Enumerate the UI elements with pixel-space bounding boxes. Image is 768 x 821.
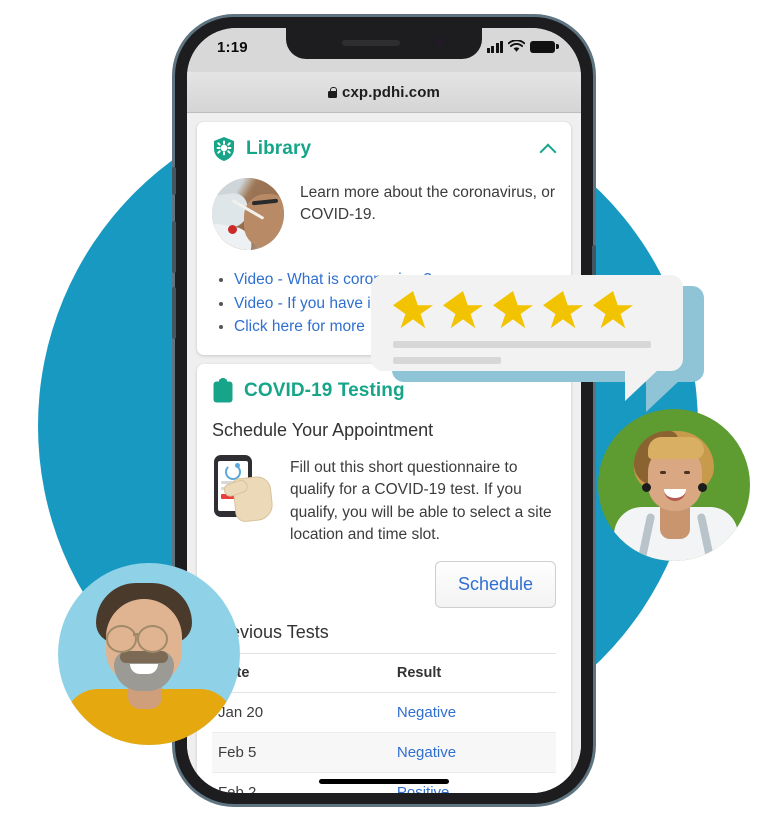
testing-card-title: COVID-19 Testing <box>244 379 405 401</box>
star-icon[interactable] <box>443 291 483 329</box>
volume-up-button[interactable] <box>172 221 176 273</box>
male-patient-avatar <box>58 563 240 745</box>
star-icon[interactable] <box>593 291 633 329</box>
shield-virus-icon <box>214 137 234 161</box>
star-icon[interactable] <box>543 291 583 329</box>
earpiece-speaker <box>342 40 400 46</box>
notch <box>286 28 482 59</box>
questionnaire-row: Fill out this short questionnaire to qua… <box>212 454 556 547</box>
female-doctor-avatar <box>598 409 750 561</box>
previous-tests-title: Previous Tests <box>212 621 329 642</box>
page-content: Library Learn more about the coronavirus… <box>187 113 581 793</box>
star-icon[interactable] <box>493 291 533 329</box>
cell-date: Feb 5 <box>212 732 391 773</box>
library-content-row: Learn more about the coronavirus, or COV… <box>212 178 556 250</box>
clipboard-icon <box>213 377 233 403</box>
table-row: Feb 5 Negative <box>212 732 556 773</box>
rating-bubble <box>371 275 683 401</box>
lock-icon <box>328 86 338 98</box>
library-link-2[interactable]: Click here for more <box>234 318 365 335</box>
covid-testing-card: COVID-19 Testing Schedule Your Appointme… <box>197 363 571 793</box>
schedule-subheading: Schedule Your Appointment <box>212 419 434 440</box>
phone-body: 1:19 cxp.pdhi.com Library Learn more abo… <box>172 17 596 804</box>
library-link-1[interactable]: Video - If you have it <box>234 295 375 312</box>
volume-down-button[interactable] <box>172 287 176 339</box>
previous-tests-table: Date Result Jan 20 Negative Feb 5 <box>212 652 556 793</box>
phone-screen: 1:19 cxp.pdhi.com Library Learn more abo… <box>187 28 581 793</box>
cell-date: Jan 20 <box>212 692 391 733</box>
table-header-row: Date Result <box>212 652 556 693</box>
library-description: Learn more about the coronavirus, or COV… <box>300 184 556 223</box>
schedule-button-row: Schedule <box>212 560 556 608</box>
chevron-up-icon[interactable] <box>540 141 556 157</box>
phone-stethoscope-tap-icon <box>212 454 275 523</box>
table-row: Jan 20 Negative <box>212 692 556 733</box>
mute-switch[interactable] <box>172 167 176 195</box>
status-time: 1:19 <box>217 39 248 56</box>
phone-device: 1:19 cxp.pdhi.com Library Learn more abo… <box>172 14 596 807</box>
cell-result[interactable]: Negative <box>390 692 556 733</box>
library-card-title: Library <box>246 138 312 159</box>
schedule-button[interactable]: Schedule <box>434 560 556 608</box>
wifi-icon <box>508 40 525 52</box>
column-header-result: Result <box>390 652 556 693</box>
questionnaire-text: Fill out this short questionnaire to qua… <box>290 458 552 544</box>
star-rating[interactable] <box>393 291 661 331</box>
url-text: cxp.pdhi.com <box>342 83 440 101</box>
cell-result[interactable]: Negative <box>390 732 556 773</box>
star-icon[interactable] <box>393 291 433 329</box>
placeholder-bar <box>393 357 501 364</box>
nasal-swab-photo <box>212 178 284 250</box>
battery-icon <box>530 40 559 53</box>
library-card-header[interactable]: Library <box>212 136 556 162</box>
placeholder-bar <box>393 341 651 348</box>
cellular-signal-icon <box>486 40 503 53</box>
home-indicator[interactable] <box>319 779 449 784</box>
browser-url-bar[interactable]: cxp.pdhi.com <box>187 72 581 113</box>
front-camera-icon <box>435 38 444 47</box>
status-icons <box>486 40 559 53</box>
